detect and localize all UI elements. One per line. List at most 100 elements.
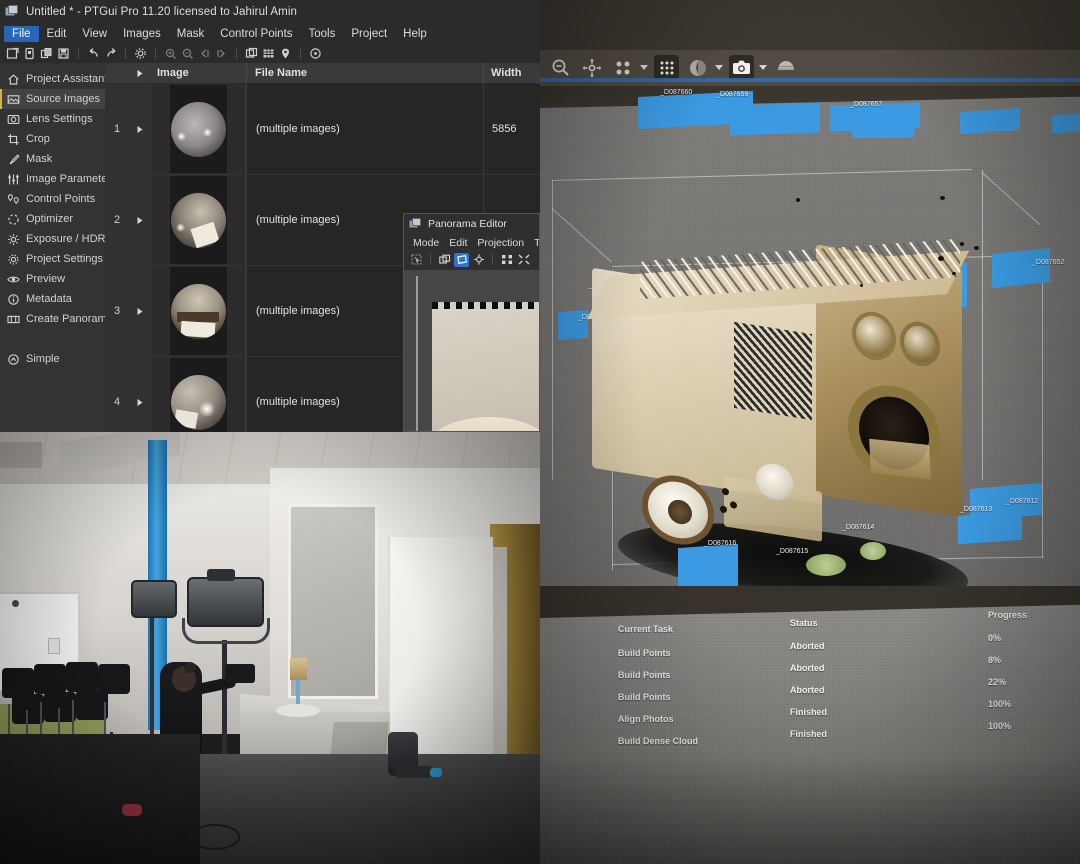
task-progress: 8%	[988, 655, 1002, 665]
step-forward-icon[interactable]	[213, 45, 230, 62]
camera-label: _D087616	[704, 540, 737, 547]
sidebar-item-optimizer[interactable]: Optimizer	[0, 209, 105, 229]
about-icon[interactable]	[307, 45, 324, 62]
navigate-move-icon[interactable]	[579, 55, 604, 80]
header-width[interactable]: Width	[483, 63, 540, 83]
transform-tool-icon[interactable]	[454, 252, 469, 267]
select-tool-icon[interactable]	[409, 253, 424, 267]
pe-menu-projection[interactable]: Projection	[472, 237, 529, 249]
redo-icon[interactable]	[102, 45, 119, 62]
expand-all-icon[interactable]	[129, 69, 151, 78]
chevron-down-icon[interactable]	[759, 65, 767, 70]
menu-item-view[interactable]: View	[74, 26, 115, 42]
task-row[interactable]: Build Points Aborted 8%	[618, 655, 1048, 686]
zoom-in-icon[interactable]	[162, 45, 179, 62]
task-progress: 100%	[988, 699, 1012, 709]
fit-tool-icon[interactable]	[499, 253, 514, 267]
task-name: Build Dense Cloud	[618, 736, 699, 746]
center-tool-icon[interactable]	[471, 253, 486, 267]
header-image[interactable]: Image	[151, 67, 246, 79]
settings-gear-icon[interactable]	[132, 45, 149, 62]
task-row[interactable]: Build Points Aborted 22%	[618, 677, 1048, 708]
camera-plane[interactable]	[678, 543, 738, 586]
row-expander-icon[interactable]	[129, 84, 151, 174]
sidebar-item-crop[interactable]: Crop	[0, 129, 105, 149]
table-row[interactable]: 1 (multiple images) 5856	[105, 84, 540, 175]
menu-item-tools[interactable]: Tools	[301, 26, 344, 42]
photographer-hair-bun	[184, 662, 196, 673]
open-project-icon[interactable]	[21, 45, 38, 62]
images-icon	[6, 92, 20, 106]
layers-tool-icon[interactable]	[437, 253, 452, 267]
sidebar-item-lens-settings[interactable]: Lens Settings	[0, 109, 105, 129]
reconstructed-3d-model[interactable]	[570, 236, 990, 586]
menu-item-file[interactable]: File	[4, 25, 39, 42]
camera-plane[interactable]	[730, 102, 820, 136]
menu-item-control-points[interactable]: Control Points	[212, 26, 300, 42]
menu-item-help[interactable]: Help	[395, 26, 435, 42]
task-row[interactable]: Build Dense Cloud Finished 100%	[618, 721, 1048, 752]
pe-menu-mode[interactable]: Mode	[408, 237, 444, 249]
chevron-down-icon[interactable]	[640, 65, 648, 70]
menu-item-project[interactable]: Project	[343, 26, 395, 42]
camera-label: _D087614	[842, 524, 875, 531]
dense-cloud-icon[interactable]	[654, 55, 679, 80]
sidebar-item-source-images[interactable]: Source Images	[0, 89, 105, 109]
region-icon[interactable]	[773, 55, 798, 80]
camera-plane[interactable]	[992, 247, 1050, 289]
zoom-out-icon[interactable]	[548, 55, 573, 80]
row-expander-icon[interactable]	[129, 266, 151, 356]
pe-menu-edit[interactable]: Edit	[444, 237, 472, 249]
sidebar-item-preview[interactable]: Preview	[0, 269, 105, 289]
location-pin-icon[interactable]	[277, 45, 294, 62]
mesh-shaded-icon[interactable]	[685, 55, 710, 80]
menu-item-mask[interactable]: Mask	[169, 26, 212, 42]
task-row[interactable]: Build Points Aborted 0%	[618, 633, 1048, 664]
sidebar-item-image-parameters[interactable]: Image Parameters	[0, 169, 116, 189]
shrink-tool-icon[interactable]	[516, 253, 531, 267]
sidebar-item-mask[interactable]: Mask	[0, 149, 105, 169]
point-cloud-speck	[860, 284, 863, 287]
chevron-down-icon[interactable]	[715, 65, 723, 70]
cameras-visibility-icon[interactable]	[729, 55, 754, 80]
sidebar-item-simple-mode[interactable]: Simple	[0, 349, 105, 369]
fisheye-thumbnail	[169, 358, 227, 432]
header-file-name[interactable]: File Name	[246, 63, 483, 83]
sidebar-item-create-panorama[interactable]: Create Panorama	[0, 309, 113, 329]
undo-icon[interactable]	[85, 45, 102, 62]
task-name: Build Points	[618, 648, 671, 658]
new-project-icon[interactable]	[4, 45, 21, 62]
camera-label: _D087657	[850, 101, 883, 108]
object-stand	[296, 678, 300, 704]
menu-item-edit[interactable]: Edit	[39, 26, 75, 42]
panorama-editor-icon[interactable]	[243, 45, 260, 62]
zoom-out-icon[interactable]	[179, 45, 196, 62]
sidebar-item-project-settings[interactable]: Project Settings	[0, 249, 105, 269]
camera-plane[interactable]	[960, 107, 1020, 135]
sidebar-item-metadata[interactable]: Metadata	[0, 289, 105, 309]
sidebar-item-exposure-hdr[interactable]: Exposure / HDR	[0, 229, 105, 249]
row-expander-icon[interactable]	[129, 175, 151, 265]
menu-item-images[interactable]: Images	[115, 26, 169, 42]
task-name: Build Points	[618, 670, 671, 680]
sidebar-item-control-points[interactable]: Control Points	[0, 189, 105, 209]
duplicate-project-icon[interactable]	[38, 45, 55, 62]
pe-menu-tools[interactable]: To	[529, 237, 539, 249]
camera-plane[interactable]	[1052, 112, 1080, 134]
pg-3d-viewport[interactable]: _D087660 _D087659 _D087657 _D087652 _D08…	[540, 86, 1080, 586]
camera-plane[interactable]	[958, 511, 1022, 545]
panorama-editor-canvas[interactable]	[404, 270, 539, 431]
row-number: 2	[105, 175, 129, 265]
step-back-icon[interactable]	[196, 45, 213, 62]
camera-plane[interactable]	[852, 116, 914, 138]
info-icon	[6, 292, 20, 306]
task-row[interactable]: Align Photos Finished 100%	[618, 699, 1048, 730]
pg-window-chrome	[540, 0, 1080, 50]
control-points-table-icon[interactable]	[260, 45, 277, 62]
sidebar-item-project-assistant[interactable]: Project Assistant	[0, 69, 107, 89]
point-cloud-icon[interactable]	[610, 55, 635, 80]
row-expander-icon[interactable]	[129, 357, 151, 432]
camera-label: _D087612	[1006, 498, 1039, 505]
save-project-icon[interactable]	[55, 45, 72, 62]
dashed-circle-icon	[6, 212, 20, 226]
